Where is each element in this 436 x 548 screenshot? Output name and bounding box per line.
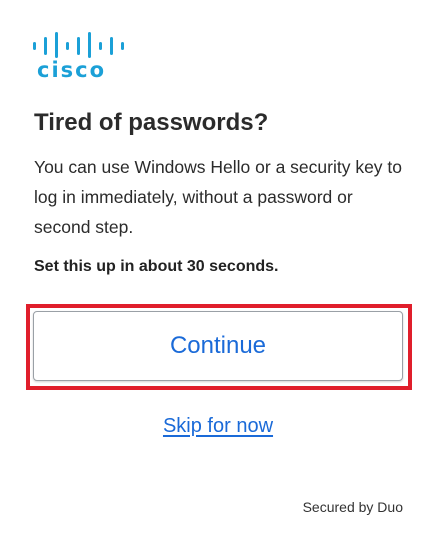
- page-title: Tired of passwords?: [34, 109, 269, 136]
- cisco-bars-icon: [33, 32, 124, 58]
- cisco-wordmark: cisco: [37, 58, 107, 82]
- secured-by-footer: Secured by Duo: [302, 499, 403, 515]
- cisco-logo: cisco: [33, 32, 129, 84]
- continue-button[interactable]: Continue: [33, 311, 403, 381]
- skip-for-now-link[interactable]: Skip for now: [163, 415, 273, 437]
- skip-link-container: Skip for now: [0, 412, 436, 440]
- description-text: You can use Windows Hello or a security …: [34, 157, 403, 237]
- setup-note: Set this up in about 30 seconds.: [34, 258, 279, 275]
